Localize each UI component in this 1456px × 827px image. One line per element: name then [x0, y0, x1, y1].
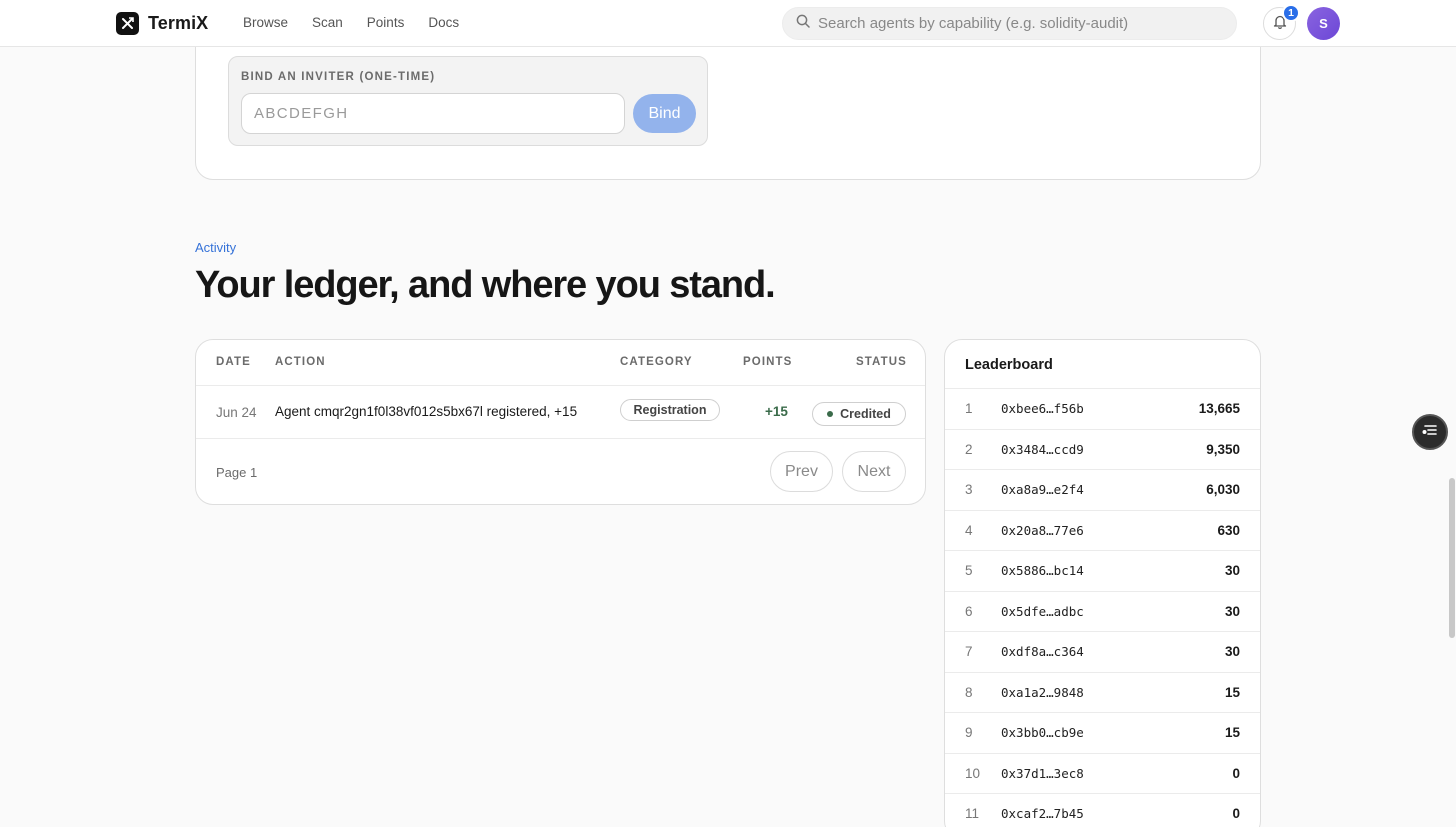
leaderboard-list: 1 0xbee6…f56b 13,665 2 0x3484…ccd9 9,350…	[945, 388, 1260, 827]
list-item: 4 0x20a8…77e6 630	[945, 509, 1260, 551]
points-total: 9,350	[1206, 441, 1240, 457]
list-item: 9 0x3bb0…cb9e 15	[945, 712, 1260, 753]
status-badge: Credited	[812, 402, 906, 426]
wallet-address: 0x3484…ccd9	[1001, 441, 1084, 457]
points-total: 15	[1224, 725, 1240, 740]
row-points: +15	[765, 404, 788, 419]
points-total: 13,665	[1198, 401, 1240, 416]
search-bar	[782, 7, 1237, 40]
bind-button[interactable]: Bind	[633, 94, 696, 133]
row-divider	[196, 438, 925, 439]
list-item: 10 0x37d1…3ec8 0	[945, 752, 1260, 794]
row-action: Agent cmqr2gn1f0l38vf012s5bx67l register…	[275, 404, 578, 419]
list-item: 5 0x5886…bc14 30	[945, 550, 1260, 591]
rank: 4	[965, 522, 973, 538]
list-item: 7 0xdf8a…c364 30	[945, 631, 1260, 672]
leaderboard-title: Leaderboard	[965, 357, 1053, 373]
scrollbar-thumb[interactable]	[1449, 478, 1455, 638]
column-header-status: STATUS	[856, 356, 907, 368]
rank: 7	[965, 644, 973, 659]
status-dot-icon	[827, 411, 834, 417]
column-header-date: DATE	[216, 356, 251, 368]
points-total: 30	[1224, 563, 1240, 578]
rank: 8	[965, 684, 973, 700]
rank: 9	[965, 725, 973, 740]
row-date: Jun 24	[216, 405, 257, 420]
nav-docs[interactable]: Docs	[428, 15, 459, 30]
wallet-address: 0x5886…bc14	[1001, 563, 1084, 578]
rank: 3	[965, 482, 973, 497]
inviter-code-input[interactable]	[241, 93, 625, 134]
list-item: 2 0x3484…ccd9 9,350	[945, 428, 1260, 470]
toc-icon	[1421, 423, 1439, 442]
points-total: 30	[1224, 644, 1240, 659]
rank: 11	[965, 806, 980, 821]
list-item: 11 0xcaf2…7b45 0	[945, 793, 1260, 827]
ledger-table: DATE ACTION CATEGORY POINTS STATUS Jun 2…	[195, 339, 926, 505]
status-label: Credited	[840, 407, 891, 421]
header-divider	[196, 385, 925, 386]
rank: 1	[965, 401, 973, 416]
section-eyebrow: Activity	[195, 240, 237, 255]
wallet-address: 0x5dfe…adbc	[1001, 603, 1084, 619]
brand-logo[interactable]: TermiX	[116, 12, 208, 35]
user-avatar[interactable]: S	[1307, 7, 1340, 40]
wallet-address: 0xa8a9…e2f4	[1001, 482, 1084, 497]
points-total: 0	[1232, 806, 1240, 821]
brand-name: TermiX	[148, 13, 209, 33]
wallet-address: 0x37d1…3ec8	[1001, 765, 1084, 781]
list-item: 1 0xbee6…f56b 13,665	[945, 388, 1260, 429]
wallet-address: 0x3bb0…cb9e	[1001, 725, 1084, 740]
column-header-category: CATEGORY	[620, 356, 693, 368]
wallet-address: 0xcaf2…7b45	[1001, 806, 1084, 821]
column-header-points: POINTS	[743, 356, 793, 368]
wallet-address: 0xa1a2…9848	[1001, 684, 1084, 700]
section-headline: Your ledger, and where you stand.	[195, 264, 776, 306]
page-indicator: Page 1	[216, 465, 258, 480]
rank: 10	[965, 765, 981, 781]
search-icon	[796, 14, 810, 33]
nav-browse[interactable]: Browse	[243, 15, 288, 30]
page-scrollbar[interactable]	[1448, 48, 1456, 827]
rank: 2	[965, 441, 973, 457]
bind-inviter-label: BIND AN INVITER (ONE-TIME)	[241, 71, 436, 83]
points-total: 30	[1224, 603, 1240, 619]
list-item: 8 0xa1a2…9848 15	[945, 671, 1260, 713]
rank: 5	[965, 563, 973, 578]
rank: 6	[965, 603, 973, 619]
points-total: 15	[1224, 684, 1240, 700]
column-header-action: ACTION	[275, 356, 326, 368]
points-total: 6,030	[1206, 482, 1240, 497]
prev-page-button[interactable]: Prev	[770, 451, 833, 492]
nav-points[interactable]: Points	[367, 15, 405, 30]
points-total: 0	[1232, 765, 1240, 781]
points-total: 630	[1217, 522, 1240, 538]
category-badge: Registration	[620, 399, 720, 421]
main-nav: Browse Scan Points Docs	[243, 15, 459, 30]
bind-inviter-panel: BIND AN INVITER (ONE-TIME) Bind	[228, 56, 708, 146]
leaderboard-panel: Leaderboard 1 0xbee6…f56b 13,665 2 0x348…	[944, 339, 1261, 827]
logo-mark-icon	[116, 12, 139, 35]
list-item: 6 0x5dfe…adbc 30	[945, 590, 1260, 632]
wallet-address: 0xbee6…f56b	[1001, 401, 1084, 416]
list-item: 3 0xa8a9…e2f4 6,030	[945, 469, 1260, 510]
table-of-contents-button[interactable]	[1412, 414, 1448, 450]
notification-count-badge: 1	[1282, 4, 1300, 22]
nav-scan[interactable]: Scan	[312, 15, 343, 30]
next-page-button[interactable]: Next	[842, 451, 906, 492]
wallet-address: 0xdf8a…c364	[1001, 644, 1084, 659]
wallet-address: 0x20a8…77e6	[1001, 522, 1084, 538]
search-input[interactable]	[818, 15, 1218, 32]
top-navbar: TermiX Browse Scan Points Docs 1 S	[0, 0, 1456, 47]
